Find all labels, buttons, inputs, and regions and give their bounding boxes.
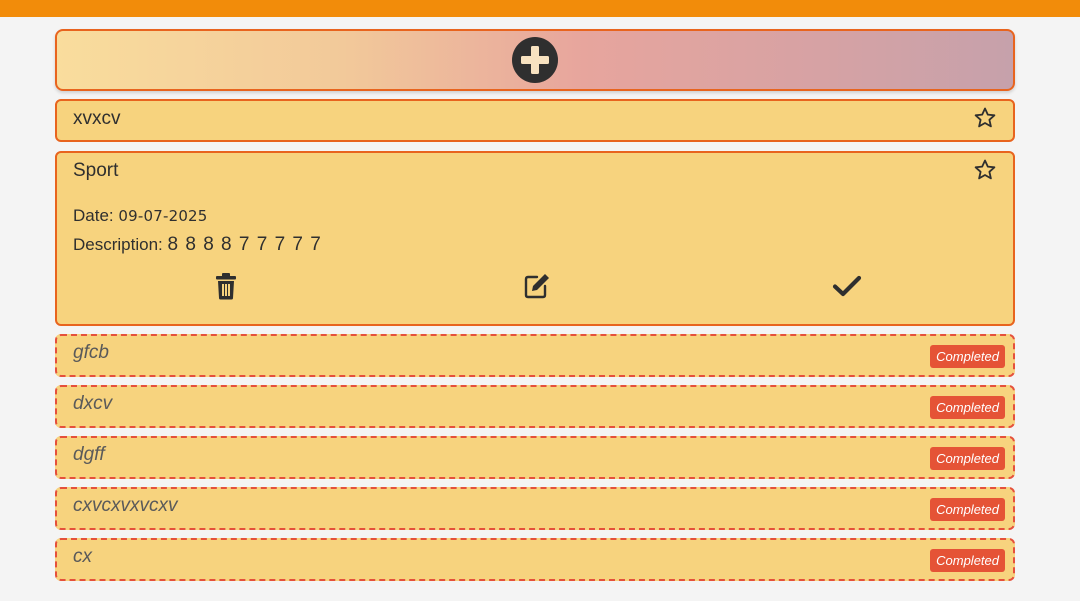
completed-todo-item[interactable]: cx Completed xyxy=(55,538,1015,581)
edit-icon[interactable] xyxy=(521,271,551,301)
completed-todo-item[interactable]: cxvcxvxvcxv Completed xyxy=(55,487,1015,530)
description-label: Description: xyxy=(73,235,163,254)
todo-item-expanded[interactable]: Sport Date: 09-07-2025 Description: 8 8 … xyxy=(55,151,1015,326)
todo-title: dgff xyxy=(73,444,105,465)
todo-title: cx xyxy=(73,546,92,567)
todo-container: xvxcv Sport Date: 09-07-2025 Description… xyxy=(55,29,1015,581)
star-icon[interactable] xyxy=(973,106,997,130)
date-row: Date: 09-07-2025 xyxy=(73,205,208,227)
completed-todo-item[interactable]: dxcv Completed xyxy=(55,385,1015,428)
add-todo-button[interactable] xyxy=(55,29,1015,91)
description-value: 8 8 8 8 7 7 7 7 7 xyxy=(167,234,322,255)
completed-badge: Completed xyxy=(930,549,1005,572)
date-label: Date: xyxy=(73,206,114,225)
trash-icon[interactable] xyxy=(211,271,241,301)
completed-todo-item[interactable]: dgff Completed xyxy=(55,436,1015,479)
todo-item[interactable]: xvxcv xyxy=(55,99,1015,142)
star-icon[interactable] xyxy=(973,158,997,182)
completed-badge: Completed xyxy=(930,396,1005,419)
plus-circle-icon xyxy=(512,37,558,83)
top-bar xyxy=(0,0,1080,17)
description-row: Description: 8 8 8 8 7 7 7 7 7 xyxy=(73,234,322,256)
date-value: 09-07-2025 xyxy=(118,207,208,225)
todo-title: dxcv xyxy=(73,393,113,414)
completed-badge: Completed xyxy=(930,345,1005,368)
completed-badge: Completed xyxy=(930,447,1005,470)
completed-todo-item[interactable]: gfcb Completed xyxy=(55,334,1015,377)
todo-title: gfcb xyxy=(73,342,109,363)
todo-title: xvxcv xyxy=(73,108,121,129)
todo-title: cxvcxvxvcxv xyxy=(73,495,178,516)
completed-badge: Completed xyxy=(930,498,1005,521)
todo-title: Sport xyxy=(73,160,119,181)
check-icon[interactable] xyxy=(832,271,862,301)
